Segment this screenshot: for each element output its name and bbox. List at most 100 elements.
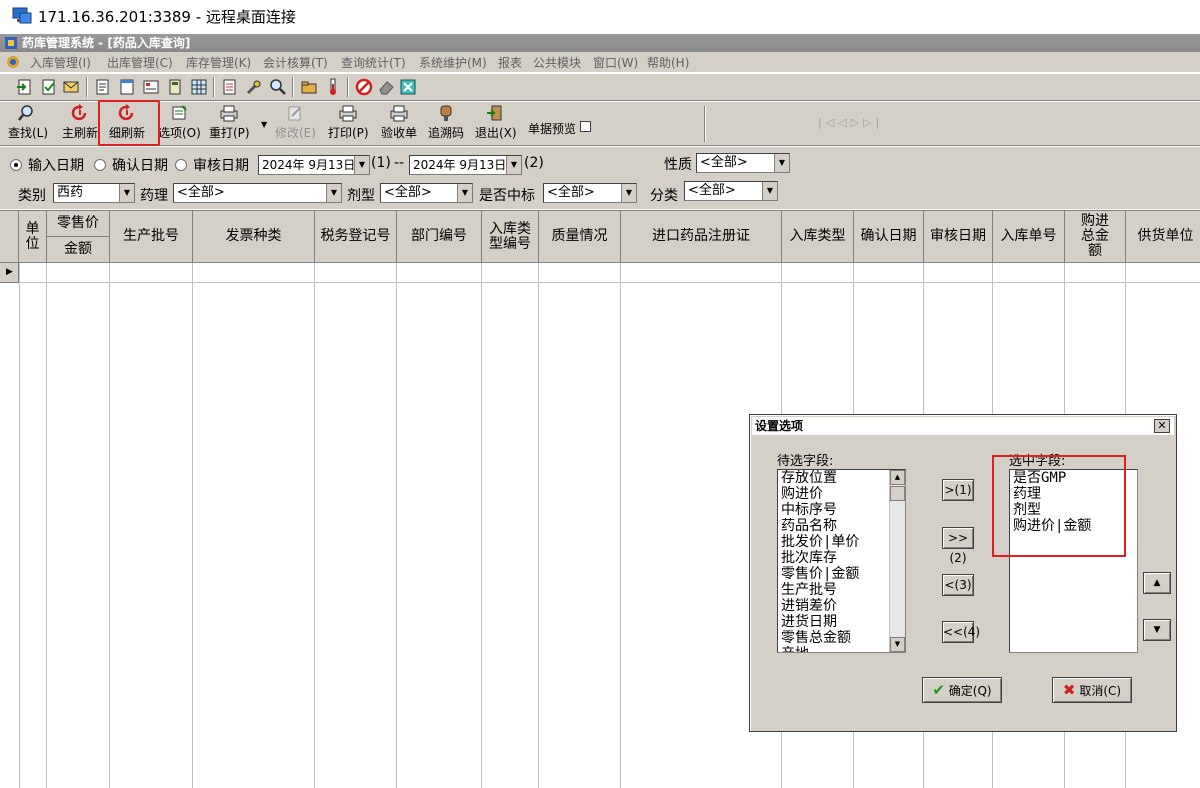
receipt-button[interactable]: 验收单 — [381, 104, 417, 141]
reprint-button[interactable]: 重打(P) — [209, 104, 250, 141]
list-item[interactable]: 进货日期 — [778, 614, 905, 630]
category-select[interactable]: 西药 ▼ — [53, 183, 135, 203]
col-tax-reg[interactable]: 税务登记号 — [315, 211, 397, 263]
record-nav-icons[interactable]: |◁◁▷▷| — [818, 116, 883, 129]
scroll-thumb[interactable] — [890, 486, 905, 501]
folder-key-icon[interactable] — [300, 78, 318, 96]
pharmacology-select[interactable]: <全部> ▼ — [173, 183, 342, 203]
notepad-icon[interactable] — [118, 78, 136, 96]
reprint-dropdown-icon[interactable]: ▼ — [261, 120, 267, 129]
radio-input-date[interactable] — [10, 159, 22, 171]
col-supplier[interactable]: 供货单位 — [1126, 211, 1200, 263]
available-fields-list[interactable]: 存放位置 购进价 中标序号 药品名称 批发价|单价 批次库存 零售价|金额 生产… — [777, 469, 906, 653]
list-doc-icon[interactable] — [221, 78, 239, 96]
menu-outbound[interactable]: 出库管理(C) — [107, 54, 173, 71]
col-audit-date[interactable]: 审核日期 — [924, 211, 993, 263]
menu-accounting[interactable]: 会计核算(T) — [263, 54, 328, 71]
thermometer-icon[interactable] — [324, 78, 342, 96]
bid-select[interactable]: <全部> ▼ — [543, 183, 637, 203]
cancel-button[interactable]: ✖ 取消(C) — [1052, 677, 1132, 703]
dosage-select[interactable]: <全部> ▼ — [380, 183, 473, 203]
list-item[interactable]: 零售价|金额 — [778, 566, 905, 582]
class-select[interactable]: <全部> ▼ — [684, 181, 778, 201]
radio-confirm-date[interactable] — [94, 159, 106, 171]
col-invoice-type[interactable]: 发票种类 — [193, 211, 315, 263]
ok-button[interactable]: ✔ 确定(Q) — [922, 677, 1002, 703]
list-item[interactable]: 药品名称 — [778, 518, 905, 534]
col-quality[interactable]: 质量情况 — [539, 211, 621, 263]
menu-window[interactable]: 窗口(W) — [593, 54, 638, 71]
menu-system[interactable]: 系统维护(M) — [419, 54, 487, 71]
remove-field-button[interactable]: <(3) — [942, 574, 974, 596]
menu-query[interactable]: 查询统计(T) — [341, 54, 406, 71]
list-item[interactable]: 存放位置 — [778, 470, 905, 486]
mail-icon[interactable] — [62, 78, 80, 96]
date-from-picker[interactable]: 2024年 9月13日 ▼ — [258, 155, 370, 175]
nature-select[interactable]: <全部> ▼ — [696, 153, 790, 173]
col-batch[interactable]: 生产批号 — [110, 211, 193, 263]
col-in-type-code[interactable]: 入库类型编号 — [482, 211, 539, 263]
col-confirm-date[interactable]: 确认日期 — [854, 211, 924, 263]
main-refresh-button[interactable]: 主刷新 — [62, 104, 98, 141]
trace-code-button[interactable]: 追溯码 — [428, 104, 464, 141]
preview-checkbox[interactable] — [580, 121, 591, 132]
main-toolbar: 查找(L) 主刷新 细刷新 选项(O) 重打(P) ▼ 修改(E) 打印(P) … — [0, 102, 1200, 146]
scroll-down-icon[interactable]: ▼ — [890, 637, 905, 652]
chevron-down-icon[interactable]: ▼ — [762, 182, 777, 200]
col-retail-price[interactable]: 零售价 — [47, 211, 110, 237]
grid-table-icon[interactable] — [190, 78, 208, 96]
exit-box-icon[interactable] — [399, 78, 417, 96]
chevron-down-icon[interactable]: ▼ — [326, 184, 341, 202]
exit-button[interactable]: 退出(X) — [475, 104, 517, 141]
col-unit[interactable]: 单位 — [19, 211, 47, 263]
chevron-down-icon[interactable]: ▼ — [774, 154, 789, 172]
menu-inbound[interactable]: 入库管理(I) — [30, 54, 91, 71]
chevron-down-icon[interactable]: ▼ — [119, 184, 134, 202]
add-all-fields-button[interactable]: >>(2) — [942, 527, 974, 565]
menu-reports[interactable]: 报表 — [498, 54, 522, 71]
report-icon[interactable] — [142, 78, 160, 96]
available-scrollbar[interactable]: ▲ ▼ — [889, 470, 905, 652]
options-button[interactable]: 选项(O) — [158, 104, 201, 141]
add-field-button[interactable]: >(1) — [942, 479, 974, 501]
list-item[interactable]: 产地 — [778, 646, 905, 652]
calculator-icon[interactable] — [166, 78, 184, 96]
date-to-picker[interactable]: 2024年 9月13日 ▼ — [409, 155, 522, 175]
move-down-icon[interactable]: ▼ — [1143, 619, 1171, 641]
tools-icon[interactable] — [245, 78, 263, 96]
col-dept-code[interactable]: 部门编号 — [397, 211, 482, 263]
document-icon[interactable] — [94, 78, 112, 96]
list-item[interactable]: 批发价|单价 — [778, 534, 905, 550]
modify-button[interactable]: 修改(E) — [275, 104, 316, 141]
remove-all-fields-button[interactable]: <<(4) — [942, 621, 980, 643]
list-item[interactable]: 生产批号 — [778, 582, 905, 598]
menu-help[interactable]: 帮助(H) — [647, 54, 689, 71]
close-icon[interactable]: ✕ — [1154, 419, 1170, 433]
radio-audit-date[interactable] — [175, 159, 187, 171]
magnifier-icon[interactable] — [269, 78, 287, 96]
list-item[interactable]: 购进价 — [778, 486, 905, 502]
scroll-up-icon[interactable]: ▲ — [890, 470, 905, 485]
list-item[interactable]: 批次库存 — [778, 550, 905, 566]
chevron-down-icon[interactable]: ▼ — [621, 184, 636, 202]
eraser-icon[interactable] — [377, 78, 395, 96]
col-amount[interactable]: 金额 — [47, 237, 110, 263]
chevron-down-icon[interactable]: ▼ — [354, 156, 369, 174]
col-import-reg[interactable]: 进口药品注册证 — [621, 211, 782, 263]
list-item[interactable]: 进销差价 — [778, 598, 905, 614]
chevron-down-icon[interactable]: ▼ — [506, 156, 521, 174]
login-icon[interactable] — [16, 78, 34, 96]
menu-inventory[interactable]: 库存管理(K) — [186, 54, 251, 71]
list-item[interactable]: 中标序号 — [778, 502, 905, 518]
print-button[interactable]: 打印(P) — [328, 104, 369, 141]
col-in-type[interactable]: 入库类型 — [782, 211, 854, 263]
move-up-icon[interactable]: ▲ — [1143, 572, 1171, 594]
col-purchase-total[interactable]: 购进总金额 — [1065, 211, 1126, 263]
list-item[interactable]: 零售总金额 — [778, 630, 905, 646]
check-doc-icon[interactable] — [40, 78, 58, 96]
col-in-no[interactable]: 入库单号 — [993, 211, 1065, 263]
chevron-down-icon[interactable]: ▼ — [457, 184, 472, 202]
menu-public[interactable]: 公共模块 — [533, 54, 581, 71]
stop-icon[interactable] — [355, 78, 373, 96]
find-button[interactable]: 查找(L) — [8, 104, 48, 141]
